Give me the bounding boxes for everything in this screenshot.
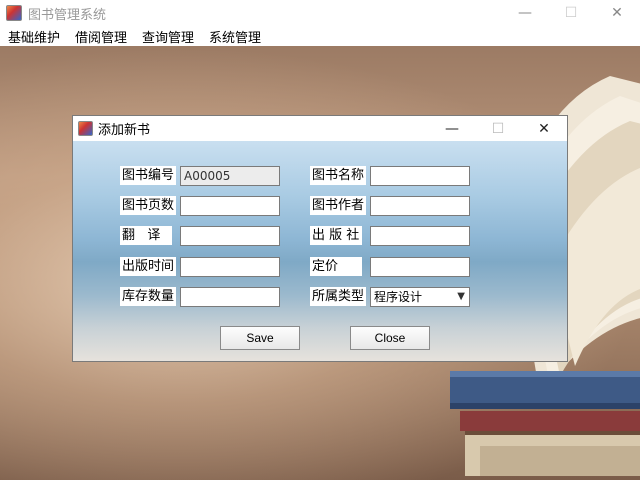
category-selected-value: 程序设计	[374, 290, 423, 304]
author-field[interactable]	[370, 196, 470, 216]
dialog-controls: — ☐ ✕	[429, 116, 567, 141]
menu-borrow-management[interactable]: 借阅管理	[67, 27, 134, 46]
dialog-close-button[interactable]: ✕	[521, 116, 567, 141]
category-select[interactable]: 程序设计 ▼	[370, 287, 470, 307]
window-title: 图书管理系统	[28, 7, 107, 23]
label-book-id: 图书编号	[120, 166, 177, 185]
label-book-name: 图书名称	[310, 166, 367, 185]
price-field[interactable]	[370, 257, 470, 277]
label-pages: 图书页数	[120, 196, 177, 215]
java-app-icon	[78, 121, 93, 136]
book-name-field[interactable]	[370, 166, 470, 186]
stock-field[interactable]	[180, 287, 280, 307]
window-controls: — ☐ ✕	[502, 0, 640, 26]
menu-query-management[interactable]: 查询管理	[134, 27, 201, 46]
minimize-button[interactable]: —	[502, 0, 548, 26]
menu-basic-maintenance[interactable]: 基础维护	[0, 27, 67, 46]
dialog-minimize-button[interactable]: —	[429, 116, 475, 141]
save-button[interactable]: Save	[220, 326, 300, 350]
label-author: 图书作者	[310, 196, 367, 215]
close-dialog-button[interactable]: Close	[350, 326, 430, 350]
label-publisher: 出 版 社	[310, 226, 362, 245]
publisher-field[interactable]	[370, 226, 470, 246]
dialog-maximize-button[interactable]: ☐	[475, 116, 521, 141]
chevron-down-icon: ▼	[457, 291, 465, 302]
translator-field[interactable]	[180, 226, 280, 246]
pub-time-field[interactable]	[180, 257, 280, 277]
label-price: 定价	[310, 257, 362, 276]
label-category: 所属类型	[310, 287, 367, 306]
label-stock: 库存数量	[120, 287, 177, 306]
pages-field[interactable]	[180, 196, 280, 216]
add-book-dialog: 添加新书 — ☐ ✕ 图书编号 图书名称 图书页数 图书作者 翻 译 出 版 社…	[72, 115, 568, 362]
dialog-title: 添加新书	[98, 123, 151, 138]
dialog-form: 图书编号 图书名称 图书页数 图书作者 翻 译 出 版 社 出版时间 定价 库存…	[73, 141, 567, 361]
close-button[interactable]: ✕	[594, 0, 640, 26]
java-app-icon	[6, 5, 22, 21]
menu-system-management[interactable]: 系统管理	[201, 27, 268, 46]
book-id-field[interactable]	[180, 166, 280, 186]
label-pub-time: 出版时间	[120, 257, 177, 276]
title-bar: 图书管理系统 — ☐ ✕	[0, 0, 640, 26]
menu-bar: 基础维护 借阅管理 查询管理 系统管理	[0, 26, 640, 46]
dialog-title-bar: 添加新书 — ☐ ✕	[73, 116, 567, 141]
label-translator: 翻 译	[120, 226, 172, 245]
maximize-button[interactable]: ☐	[548, 0, 594, 26]
